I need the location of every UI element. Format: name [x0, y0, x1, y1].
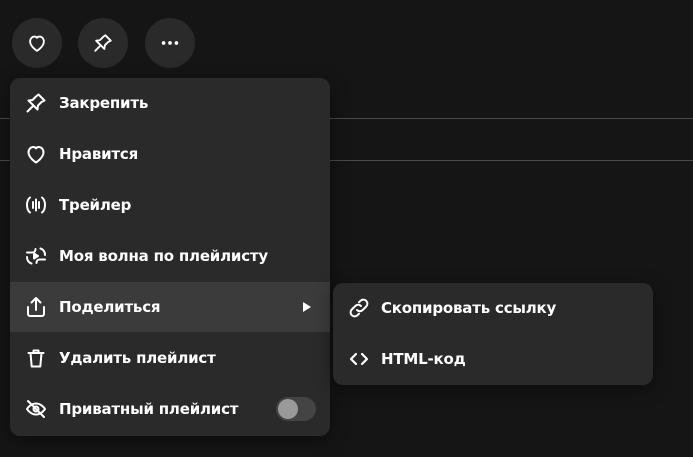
submenu-item-label: HTML-код	[381, 350, 466, 368]
trailer-icon	[26, 196, 46, 214]
share-submenu: Скопировать ссылку HTML-код	[333, 283, 653, 385]
heart-icon	[27, 146, 45, 164]
submenu-item-label: Скопировать ссылку	[381, 299, 557, 317]
toggle-knob	[278, 399, 298, 419]
menu-item-pin[interactable]: Закрепить	[10, 78, 330, 128]
pin-icon	[26, 93, 46, 113]
pin-icon	[94, 34, 112, 52]
heart-icon	[29, 35, 45, 52]
menu-item-like[interactable]: Нравится	[10, 129, 330, 179]
menu-item-trailer[interactable]: Трейлер	[10, 180, 330, 230]
page: Закрепить Нравится Трейлер Моя волна по …	[0, 0, 693, 457]
menu-item-delete-playlist[interactable]: Удалить плейлист	[10, 333, 330, 383]
menu-item-label: Моя волна по плейлисту	[59, 247, 268, 265]
pin-button[interactable]	[78, 18, 128, 68]
menu-item-label: Поделиться	[59, 298, 161, 316]
trash-icon	[27, 349, 45, 368]
menu-item-label: Нравится	[59, 145, 139, 163]
menu-item-label: Приватный плейлист	[59, 400, 239, 418]
like-button[interactable]	[12, 18, 62, 68]
menu-item-my-wave[interactable]: Моя волна по плейлисту	[10, 231, 330, 281]
submenu-item-copy-link[interactable]: Скопировать ссылку	[333, 283, 653, 333]
menu-item-label: Трейлер	[59, 196, 132, 214]
menu-item-private-playlist[interactable]: Приватный плейлист	[10, 384, 330, 434]
private-playlist-toggle[interactable]	[276, 397, 316, 421]
context-menu: Закрепить Нравится Трейлер Моя волна по …	[10, 78, 330, 436]
wave-icon	[26, 247, 46, 265]
more-dots-icon	[161, 41, 179, 45]
more-button[interactable]	[145, 18, 195, 68]
menu-item-label: Удалить плейлист	[59, 349, 216, 367]
menu-item-share[interactable]: Поделиться	[10, 282, 330, 332]
submenu-arrow-icon	[303, 302, 311, 312]
share-icon	[27, 297, 45, 317]
link-icon	[349, 298, 369, 318]
menu-item-label: Закрепить	[59, 94, 149, 112]
eye-off-icon	[26, 400, 46, 418]
submenu-item-html-code[interactable]: HTML-код	[333, 334, 653, 384]
code-icon	[349, 352, 369, 366]
